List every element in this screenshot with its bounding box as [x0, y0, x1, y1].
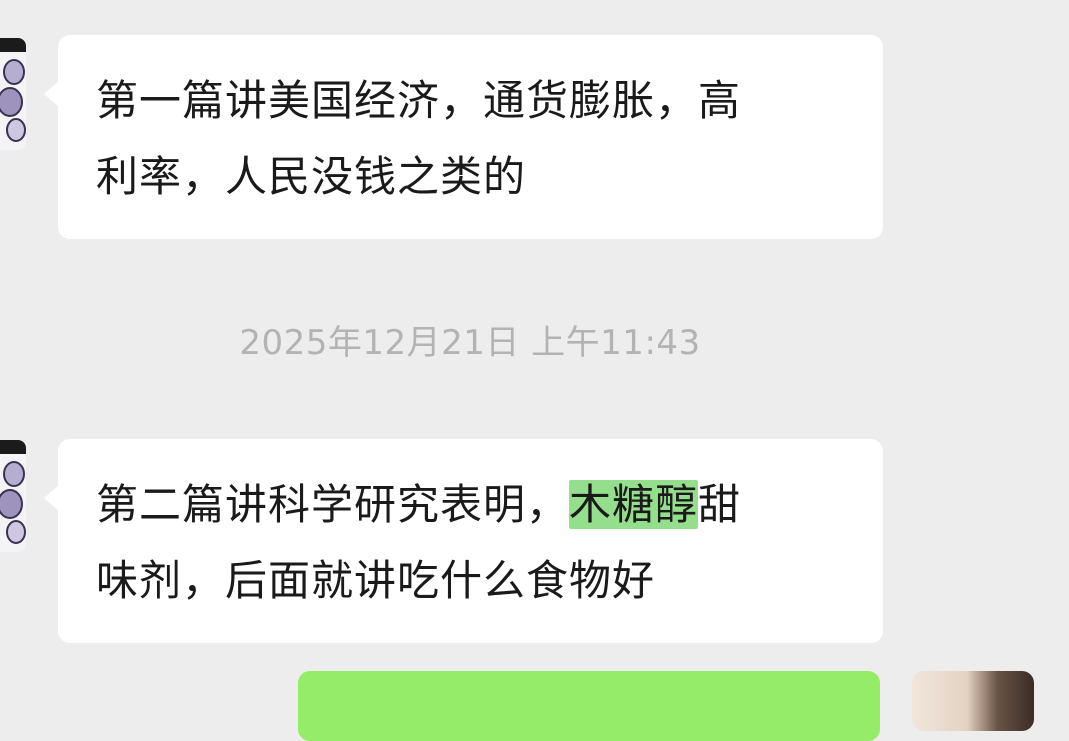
avatar-image: [0, 440, 26, 552]
avatar-image: [0, 38, 26, 150]
contact-avatar[interactable]: [0, 440, 26, 552]
message-timestamp: 2025年12月21日 上午11:43: [239, 323, 701, 363]
self-avatar[interactable]: [912, 671, 1034, 731]
message-text-line: 利率，人民没钱之类的: [96, 152, 527, 201]
message-bubble-incoming[interactable]: 第二篇讲科学研究表明，木糖醇甜 味剂，后面就讲吃什么食物好: [44, 439, 883, 643]
message-bubble-outgoing[interactable]: [298, 671, 880, 741]
message-text-line: 第二篇讲科学研究表明，木糖醇甜: [96, 467, 847, 543]
contact-avatar[interactable]: [0, 38, 26, 150]
highlighted-search-match: 木糖醇: [569, 480, 699, 529]
message-bubble-incoming[interactable]: 第一篇讲美国经济，通货膨胀，高 利率，人民没钱之类的: [44, 35, 883, 239]
message-text-line: 第一篇讲美国经济，通货膨胀，高: [96, 76, 742, 125]
message-text-segment: 甜: [698, 480, 742, 529]
message-text-line: 味剂，后面就讲吃什么食物好: [96, 556, 656, 605]
chat-area[interactable]: 第一篇讲美国经济，通货膨胀，高 利率，人民没钱之类的 2025年12月21日 上…: [0, 0, 1069, 741]
message-text-segment: 第二篇讲科学研究表明，: [96, 480, 570, 529]
